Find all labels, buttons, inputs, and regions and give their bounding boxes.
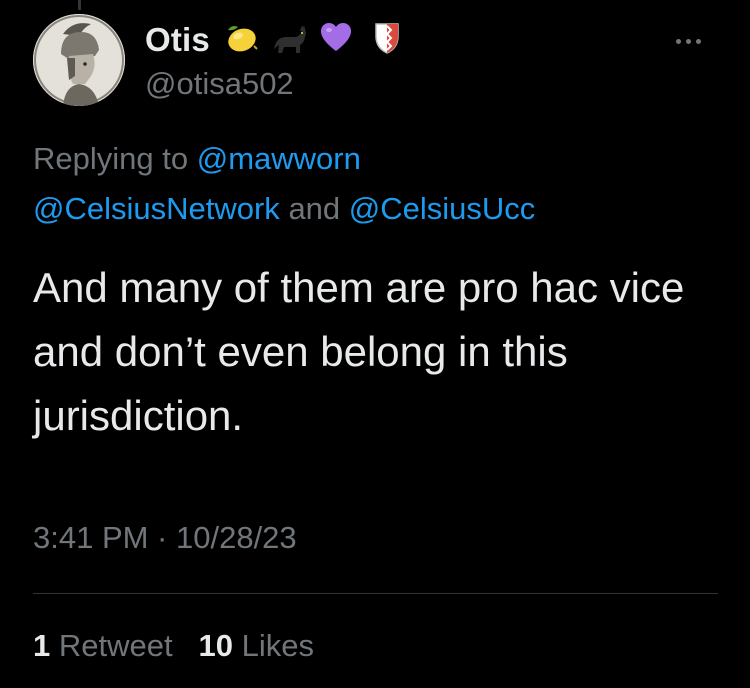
purple-heart-icon	[320, 22, 352, 58]
avatar[interactable]	[33, 14, 125, 106]
replying-to-label: Replying to	[33, 141, 189, 176]
tweet-detail: Otis @otisa502 Replying to @mawworn @Cel…	[0, 0, 750, 688]
like-count: 10	[198, 628, 233, 663]
tweet-text: And many of them are pro hac vice and do…	[33, 264, 685, 439]
replying-to: Replying to @mawworn @CelsiusNetwork and…	[33, 134, 733, 234]
more-dot-icon	[676, 38, 681, 44]
lemon-icon	[224, 22, 258, 59]
retweet-label: Retweet	[58, 628, 173, 663]
name-row: Otis	[145, 18, 400, 62]
like-label: Likes	[241, 628, 314, 663]
shield-icon	[374, 22, 400, 59]
retweet-count: 1	[33, 628, 51, 663]
user-handle[interactable]: @otisa502	[145, 66, 400, 102]
mention-link[interactable]: @CelsiusUcc	[349, 191, 536, 226]
mention-link[interactable]: @mawworn	[197, 141, 361, 176]
more-options-button[interactable]	[676, 34, 716, 48]
mention-link[interactable]: @CelsiusNetwork	[33, 191, 280, 226]
divider	[33, 593, 718, 594]
tweet-header: Otis @otisa502	[145, 18, 400, 102]
replying-to-conjunction: and	[288, 191, 341, 226]
thread-connector-line	[78, 0, 81, 10]
black-cat-icon	[272, 23, 306, 58]
likes-link[interactable]: 10 Likes	[198, 628, 313, 663]
retweets-link[interactable]: 1 Retweet	[33, 628, 181, 663]
display-name[interactable]: Otis	[145, 21, 210, 59]
tweet-timestamp[interactable]: 3:41 PM · 10/28/23	[33, 520, 297, 556]
more-dot-icon	[696, 38, 701, 44]
more-dot-icon	[686, 38, 691, 44]
engagement-stats: 1 Retweet 10 Likes	[33, 628, 314, 664]
